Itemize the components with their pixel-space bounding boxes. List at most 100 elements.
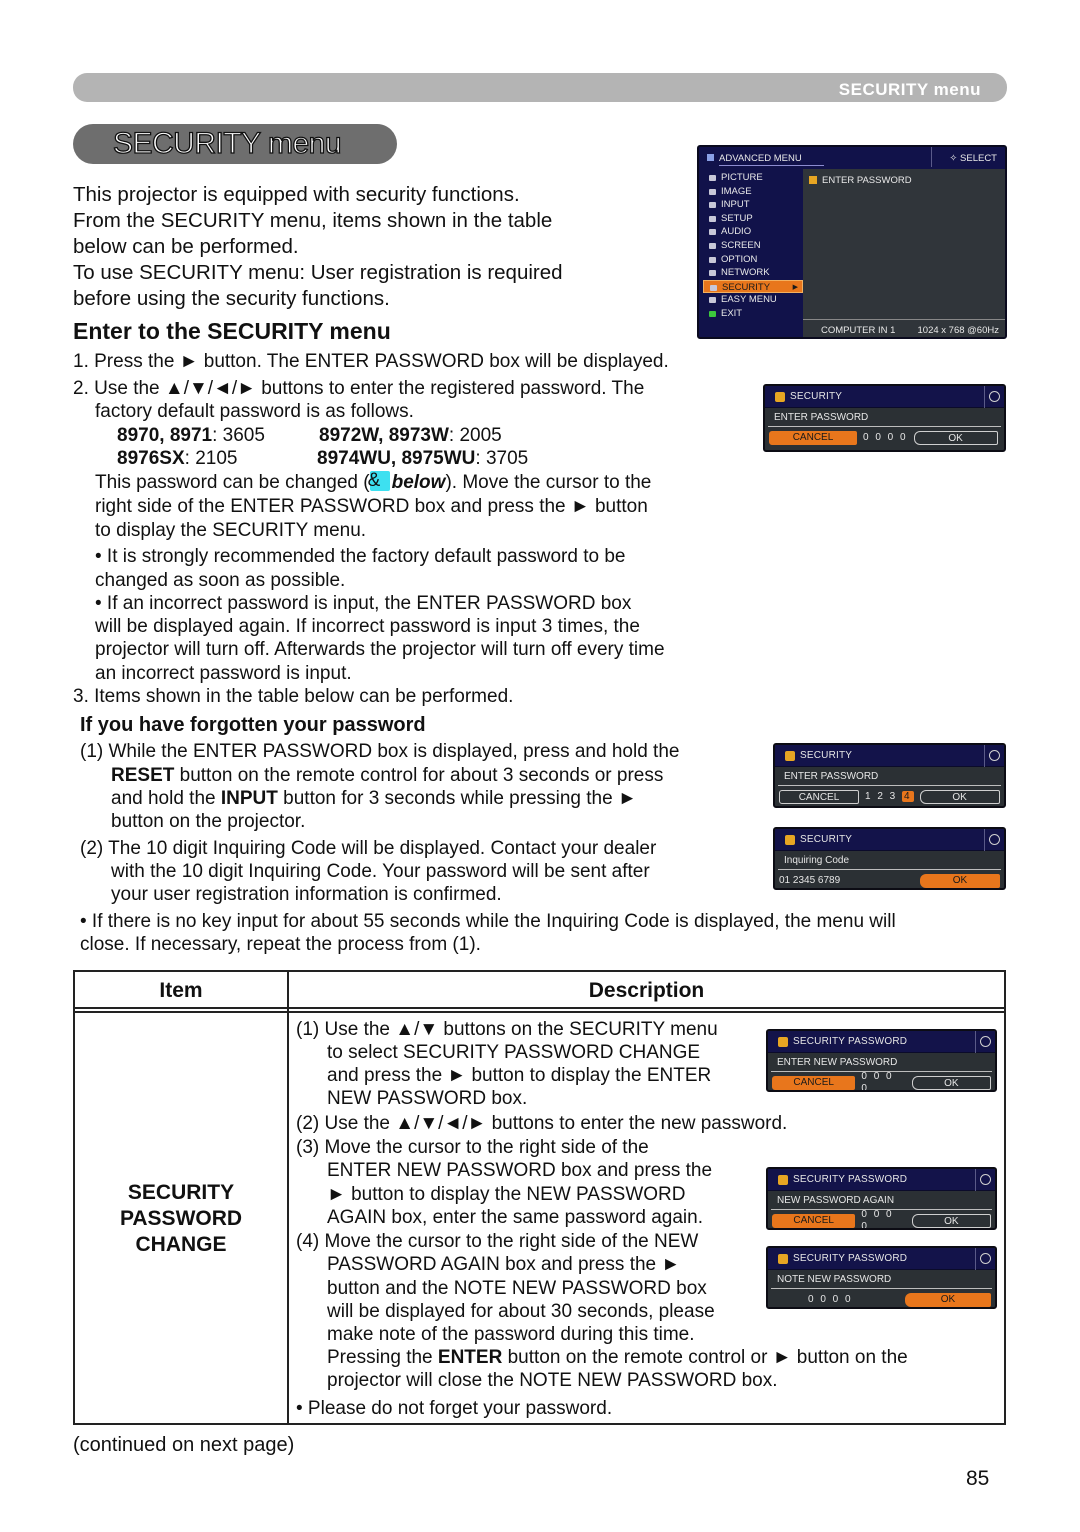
forgot-line: RESET button on the remote control for a… [111, 765, 664, 786]
osd-menu-item-security[interactable]: SECURITY [703, 279, 803, 294]
osd-title: SECURITY PASSWORD [793, 1173, 908, 1185]
table-header-divider [75, 1011, 1004, 1013]
page-title-text: SECURITY menu [112, 126, 342, 160]
osd-status-bar: COMPUTER IN 1 1024 x 768 @60Hz [803, 319, 1005, 337]
osd-cancel-button[interactable]: CANCEL [779, 789, 859, 804]
osd-menu-item-network[interactable]: NETWORK [703, 266, 803, 280]
enter-step-3: 3. Items shown in the table below can be… [73, 686, 514, 707]
desc-line: (4) Move the cursor to the right side of… [296, 1231, 699, 1252]
osd-enter-password-filled-box: SECURITY ENTER PASSWORD CANCEL 1 2 3 4 O… [773, 743, 1006, 808]
osd-menu-item-easy-menu[interactable]: EASY MENU [703, 293, 803, 307]
note-line: projector will turn off. Afterwards the … [95, 639, 665, 660]
osd-ok-button[interactable]: OK [913, 430, 998, 445]
osd-advanced-menu: ADVANCED MENU ✧ SELECT PICTURE IMAGE INP… [697, 145, 1007, 339]
table-header-item: Item [159, 979, 203, 1002]
desc-line: projector will close the NOTE NEW PASSWO… [327, 1370, 778, 1391]
forgot-line: (1) While the ENTER PASSWORD box is disp… [80, 741, 680, 762]
osd-label: NOTE NEW PASSWORD [771, 1270, 992, 1289]
osd-ok-button[interactable]: OK [911, 1075, 991, 1090]
osd-menu-item-screen[interactable]: SCREEN [703, 239, 803, 253]
desc-line: to select SECURITY PASSWORD CHANGE [327, 1042, 701, 1063]
lock-icon [775, 391, 785, 402]
osd-ok-button[interactable]: OK [920, 873, 1000, 888]
note-line: an incorrect password is input. [95, 663, 352, 684]
forgot-line: your user registration information is co… [111, 884, 502, 905]
forgot-line: with the 10 digit Inquiring Code. Your p… [111, 861, 650, 882]
menu-square-icon [707, 154, 714, 161]
osd-title: SECURITY PASSWORD [793, 1252, 908, 1264]
osd-menu-list: PICTURE IMAGE INPUT SETUP AUDIO SCREEN O… [703, 171, 803, 321]
desc-bullet: • Please do not forget your password. [296, 1398, 613, 1419]
section-header-label: SECURITY menu [838, 80, 981, 99]
desc-line: (2) Use the ▲/▼/◄/► buttons to enter the… [296, 1113, 788, 1134]
table-header-divider [75, 1007, 1004, 1009]
default-password-2: 8972W, 8973W: 2005 [319, 425, 502, 446]
lock-icon [785, 750, 795, 761]
dpad-icon [975, 1031, 995, 1053]
osd-menu-item-setup[interactable]: SETUP [703, 212, 803, 226]
osd-password-digits[interactable]: 1 2 3 4 [865, 790, 914, 803]
page-number: 85 [966, 1467, 990, 1490]
osd-cancel-button[interactable]: CANCEL [772, 1213, 856, 1228]
desc-line: (1) Use the ▲/▼ buttons on the SECURITY … [296, 1019, 718, 1040]
continued-note: (continued on next page) [73, 1434, 295, 1456]
osd-cancel-button[interactable]: CANCEL [772, 1075, 856, 1090]
osd-new-password-again-box: SECURITY PASSWORD NEW PASSWORD AGAIN CAN… [766, 1167, 997, 1230]
osd-enter-new-password-box: SECURITY PASSWORD ENTER NEW PASSWORD CAN… [766, 1029, 997, 1092]
osd-menu-item-audio[interactable]: AUDIO [703, 225, 803, 239]
desc-line: AGAIN box, enter the same password again… [327, 1207, 703, 1228]
default-password-3: 8976SX: 2105 [117, 448, 238, 469]
osd-inquiring-code-value: 01 2345 6789 [779, 874, 841, 886]
osd-menu-pane: ENTER PASSWORD [803, 169, 1005, 319]
table-header-description: Description [588, 979, 705, 1002]
key-icon [778, 1253, 788, 1264]
osd-menu-item-exit[interactable]: EXIT [703, 307, 803, 321]
osd-ok-button[interactable]: OK [911, 1213, 991, 1228]
osd-pane-enter-password[interactable]: ENTER PASSWORD [809, 175, 912, 186]
osd-password-digits[interactable]: 0 0 0 0 [861, 1071, 905, 1091]
osd-label: ENTER PASSWORD [768, 408, 1001, 427]
desc-line: PASSWORD AGAIN box and press the ► [327, 1254, 681, 1275]
lock-icon [785, 834, 795, 845]
osd-password-digits: 0 0 0 0 [808, 1293, 853, 1305]
intro-line: This projector is equipped with security… [73, 183, 520, 206]
osd-ok-button[interactable]: OK [919, 789, 1000, 804]
change-password-line: to display the SECURITY menu. [95, 520, 367, 541]
dpad-icon [975, 1169, 995, 1191]
intro-line: before using the security functions. [73, 287, 390, 310]
osd-advanced-menu-title: ADVANCED MENU [719, 153, 824, 166]
osd-cancel-button[interactable]: CANCEL [769, 430, 857, 445]
osd-resolution: 1024 x 768 @60Hz [917, 325, 999, 336]
enter-step-2-line: factory default password is as follows. [95, 401, 414, 422]
osd-password-digits[interactable]: 0 0 0 0 [861, 1209, 905, 1229]
key-icon [778, 1174, 788, 1185]
osd-password-digits[interactable]: 0 0 0 0 [863, 432, 908, 444]
osd-label: ENTER PASSWORD [778, 767, 1001, 786]
desc-line: ENTER NEW PASSWORD box and press the [327, 1160, 713, 1181]
osd-selected-digit: 4 [902, 790, 914, 802]
default-password-1: 8970, 8971: 3605 [117, 425, 265, 446]
below-reference-link[interactable]: below [392, 472, 446, 493]
forgot-line: (2) The 10 digit Inquiring Code will be … [80, 838, 657, 859]
forgot-line: and hold the INPUT button for 3 seconds … [111, 788, 637, 809]
forgot-line: button on the projector. [111, 811, 306, 832]
play-icon [975, 1248, 995, 1270]
osd-title: SECURITY [800, 749, 853, 761]
dpad-icon: ✧ [949, 153, 961, 164]
note-line: changed as soon as possible. [95, 570, 346, 591]
osd-menu-item-option[interactable]: OPTION [703, 253, 803, 267]
dpad-icon [984, 386, 1004, 408]
osd-label: NEW PASSWORD AGAIN [771, 1191, 992, 1210]
osd-menu-item-picture[interactable]: PICTURE [703, 171, 803, 185]
key-icon [778, 1036, 788, 1047]
enter-section-heading: Enter to the SECURITY menu [73, 318, 391, 344]
intro-line: below can be performed. [73, 235, 299, 258]
osd-menu-item-input[interactable]: INPUT [703, 198, 803, 212]
osd-menu-item-image[interactable]: IMAGE [703, 185, 803, 199]
osd-ok-button[interactable]: OK [905, 1292, 991, 1307]
change-password-line: right side of the ENTER PASSWORD box and… [95, 496, 648, 517]
osd-inquiring-code-box: SECURITY Inquiring Code 01 2345 6789 OK [773, 827, 1006, 890]
reference-book-icon [368, 469, 390, 493]
divider [931, 147, 932, 167]
play-icon [984, 829, 1004, 851]
